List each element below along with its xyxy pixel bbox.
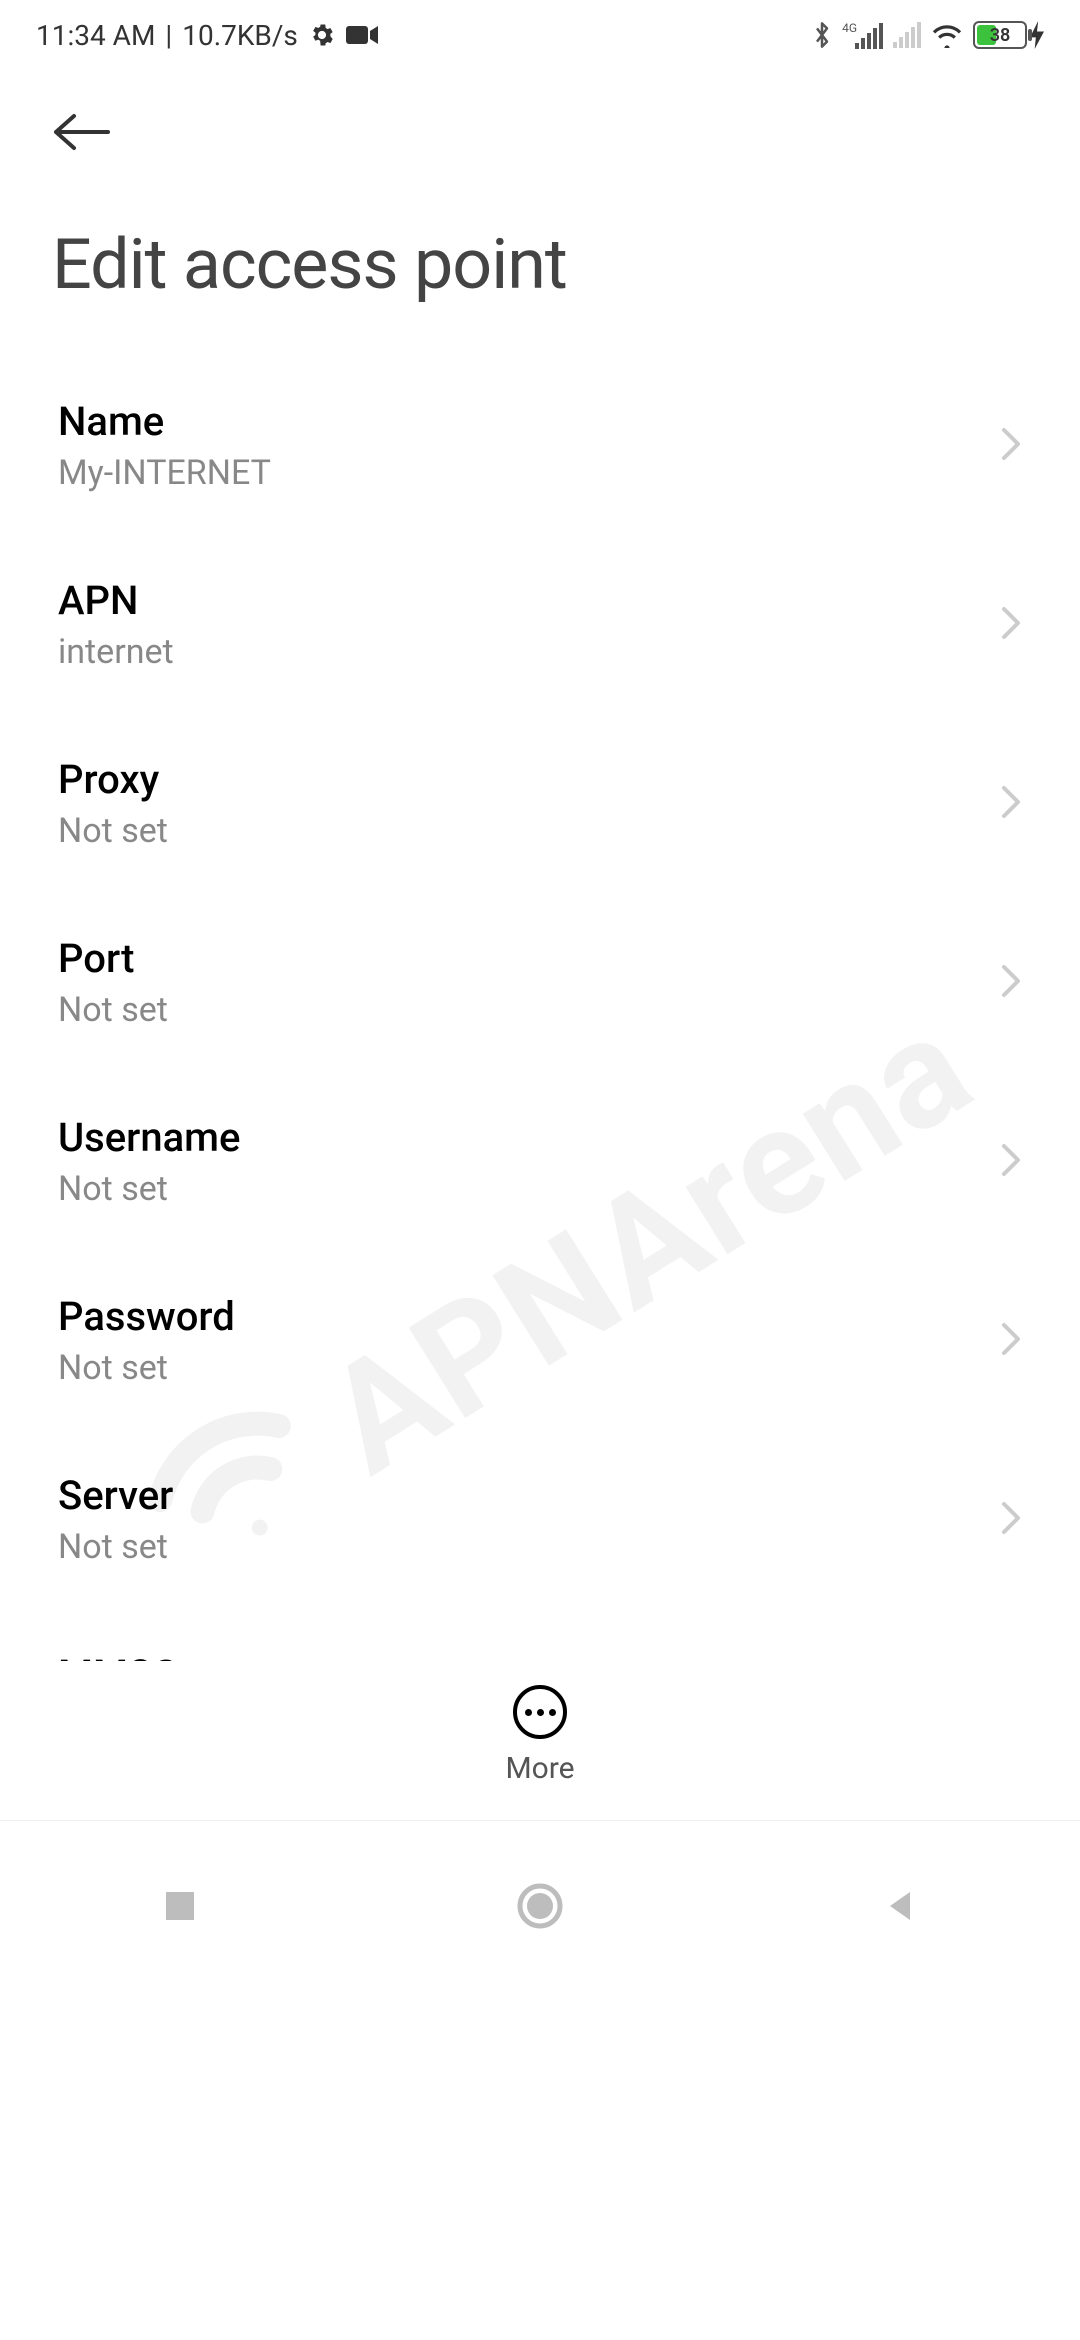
triangle-left-icon [882,1888,918,1924]
item-value: Not set [58,1169,240,1209]
item-value: internet [58,632,174,672]
nav-recents-button[interactable] [140,1866,220,1946]
bottom-action-bar: More [0,1661,1080,1810]
signal-1-icon: 4G [842,21,883,49]
item-port[interactable]: Port Not set [0,893,1080,1072]
item-apn[interactable]: APN internet [0,535,1080,714]
item-value: Not set [58,1348,235,1388]
item-value: Not set [58,990,168,1030]
item-label: Name [58,398,271,445]
back-button[interactable] [52,100,116,164]
circle-icon [516,1882,564,1930]
status-data-rate: 10.7KB/s [182,19,298,52]
nav-back-button[interactable] [860,1866,940,1946]
signal-2-icon [893,22,921,48]
square-icon [162,1888,198,1924]
gear-icon [308,21,336,49]
item-value: Not set [58,1527,173,1567]
wifi-icon [931,22,963,48]
navigation-bar [0,1820,1080,1990]
status-time: 11:34 AM [36,19,155,52]
item-label: Username [58,1114,240,1161]
camera-icon [346,23,378,47]
chevron-right-icon [1000,963,1022,1003]
item-proxy[interactable]: Proxy Not set [0,714,1080,893]
page-title: Edit access point [0,164,1080,356]
chevron-right-icon [1000,605,1022,645]
chevron-right-icon [1000,1142,1022,1182]
item-name[interactable]: Name My-INTERNET [0,356,1080,535]
item-label: Proxy [58,756,168,803]
arrow-left-icon [52,112,112,152]
charging-icon [1030,21,1044,49]
item-username[interactable]: Username Not set [0,1072,1080,1251]
more-button[interactable]: More [0,1685,1080,1810]
chevron-right-icon [1000,1500,1022,1540]
item-label: Password [58,1293,235,1340]
nav-home-button[interactable] [500,1866,580,1946]
more-label: More [505,1751,574,1786]
status-bar: 11:34 AM | 10.7KB/s 4G [0,0,1080,70]
item-label: Port [58,935,168,982]
item-password[interactable]: Password Not set [0,1251,1080,1430]
app-bar [0,70,1080,164]
item-label: Server [58,1472,173,1519]
item-value: My-INTERNET [58,453,271,493]
more-icon [513,1685,567,1739]
battery-icon: 38 [973,21,1044,49]
chevron-right-icon [1000,1321,1022,1361]
chevron-right-icon [1000,784,1022,824]
item-value: Not set [58,811,168,851]
chevron-right-icon [1000,426,1022,466]
item-server[interactable]: Server Not set [0,1430,1080,1609]
bluetooth-icon [812,20,832,50]
status-separator: | [165,19,172,52]
item-label: APN [58,577,174,624]
